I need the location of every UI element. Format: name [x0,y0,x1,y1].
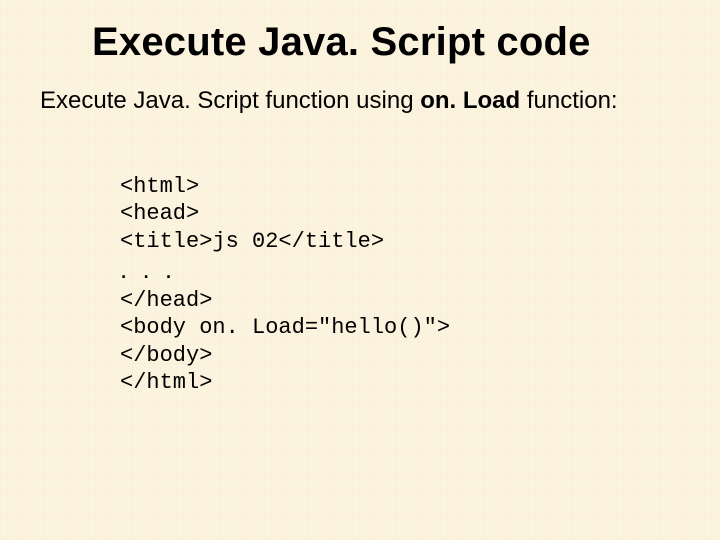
slide-title: Execute Java. Script code [92,20,680,65]
code-ellipsis: . . . [120,255,176,284]
subtitle-prefix: Execute Java. Script function using [40,87,420,114]
code-line-1: <html> [120,174,199,199]
code-line-2: <head> [120,201,199,226]
code-line-3: <title>js 02</title> [120,229,384,254]
code-line-5: <body on. Load="hello()"> [120,315,450,340]
code-line-4: </head> [120,288,212,313]
subtitle-suffix: function: [520,87,617,114]
code-line-6: </body> [120,343,212,368]
code-line-7: </html> [120,370,212,395]
slide-subtitle: Execute Java. Script function using on. … [40,87,680,115]
code-block: <html> <head> <title>js 02</title> . . .… [120,145,680,397]
subtitle-bold: on. Load [420,87,520,114]
